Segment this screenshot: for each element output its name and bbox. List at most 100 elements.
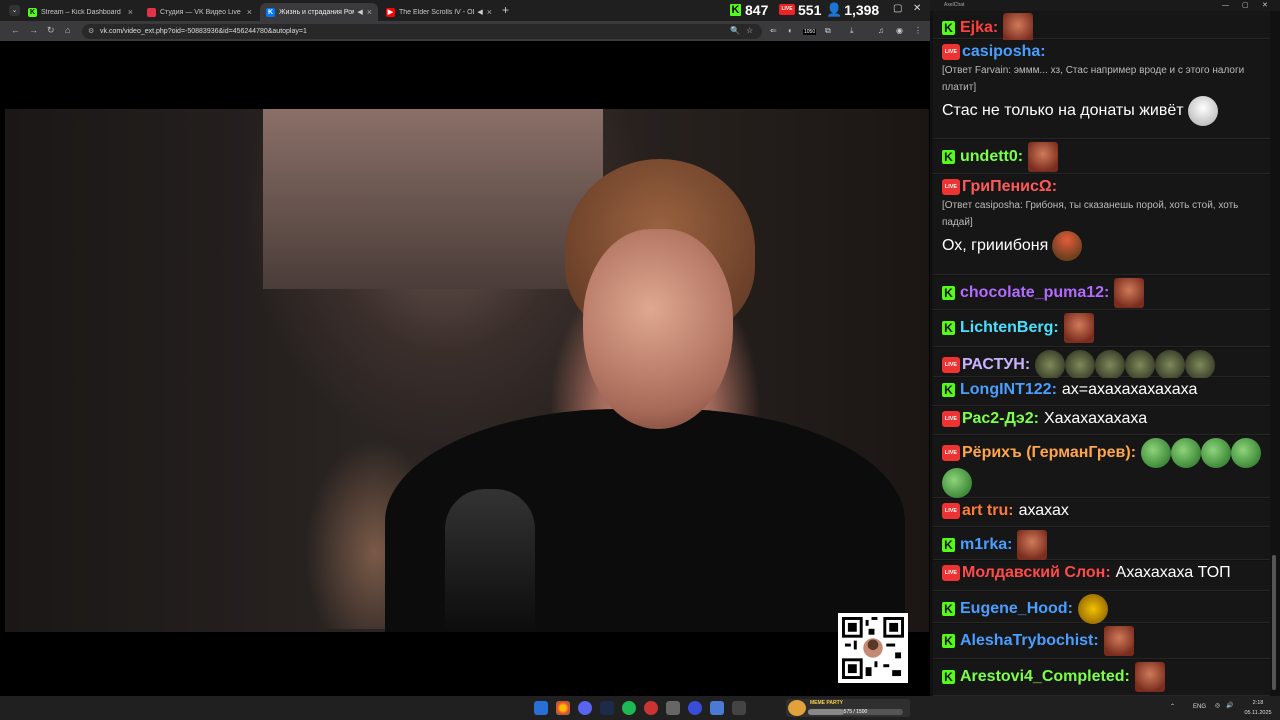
chrome-icon[interactable] [556, 701, 570, 715]
profile-icon[interactable]: ◉ [896, 26, 903, 35]
chat-username[interactable]: РАСТУН: [962, 355, 1030, 375]
chat-username[interactable]: casiposha: [962, 42, 1046, 62]
chat-reply-quote: [Ответ casiposha: Грибоня, ты сказанешь … [942, 200, 1239, 228]
kick-icon: K [28, 7, 37, 17]
language-indicator[interactable]: ENG [1193, 704, 1206, 710]
chat-username[interactable]: LongINT122: [960, 380, 1057, 400]
chat-message-list[interactable]: K Ejka: LIVE casiposha: [Ответ Farvain: эммм… [933, 11, 1270, 696]
total-viewer-counter: 👤 1,398 [826, 0, 879, 19]
meme-party-widget[interactable]: MEME PARTY 575 / 1500 [786, 699, 910, 717]
pepe-small-emote-icon [1155, 350, 1186, 380]
tab-vk-studio[interactable]: Студия — VK Видео Live × [141, 3, 258, 21]
maximize-icon[interactable]: ▢ [1242, 0, 1249, 11]
clock[interactable]: 2:18 05.11.2025 [1240, 698, 1276, 718]
download-icon[interactable]: ⤓ [850, 26, 854, 36]
discord-icon[interactable] [578, 701, 592, 715]
chat-message-header: LIVE art tru: ахахах [942, 501, 1264, 521]
chat-username[interactable]: Рас2-Дэ2: [962, 409, 1039, 429]
chat-window: AxelChat — ▢ ✕ K Ejka: LIVE casiposha: [Отве… [930, 0, 1280, 696]
volume-icon[interactable]: 🔊 [1226, 702, 1233, 709]
reload-icon[interactable]: ↻ [47, 25, 55, 36]
spotify-icon[interactable] [622, 701, 636, 715]
chat-window-title: AxelChat [944, 2, 965, 8]
close-tab-icon[interactable]: × [128, 7, 133, 17]
zoom-icon[interactable]: 🔍 [730, 26, 740, 35]
chat-username[interactable]: Arestovi4_Completed: [960, 667, 1130, 687]
speaker-icon[interactable]: ◀ [477, 8, 482, 16]
tab-youtube-oblivion[interactable]: ▶ The Elder Scrolls IV - Oblivi ◀ × [380, 3, 498, 21]
mushroom-emote-icon [1052, 231, 1083, 261]
vk-live-icon [147, 7, 156, 17]
site-info-icon[interactable]: ⚙ [88, 24, 94, 39]
chat-scrollbar[interactable] [1272, 555, 1276, 690]
app-icon[interactable] [666, 701, 680, 715]
speaker-icon[interactable]: ◀ [357, 8, 362, 16]
close-window-icon[interactable]: ✕ [913, 3, 921, 14]
chat-message: K AleshaTrybochist: [933, 624, 1270, 659]
extensions-icon[interactable]: ⇐ [770, 26, 777, 35]
chat-username[interactable]: ГриПенисΩ: [962, 177, 1057, 197]
tab-search-button[interactable]: ⌄ [9, 5, 20, 16]
chat-text: Стас не только на донаты живёт [942, 102, 1184, 119]
frog-emote-icon [1201, 438, 1232, 468]
tab-title: Жизнь и страдания Романа [279, 8, 354, 16]
puzzle-icon[interactable]: ⧉ [825, 26, 831, 36]
face-emote-icon [1017, 530, 1048, 560]
extension-icon[interactable]: ◐ [788, 26, 793, 35]
chat-message: LIVE ГриПенисΩ: [Ответ casiposha: Грибоня,… [933, 175, 1270, 275]
address-bar[interactable]: ⚙ vk.com/video_ext.php?oid=-50883936&id=… [82, 24, 762, 39]
chat-message-body: Ох, грииибоня [942, 231, 1264, 261]
back-icon[interactable]: ← [11, 25, 20, 35]
obs-icon[interactable] [644, 701, 658, 715]
pepe-small-emote-icon [1185, 350, 1216, 380]
pepe-small-emote-icon [1095, 350, 1126, 380]
close-window-icon[interactable]: ✕ [1262, 0, 1268, 11]
minimize-icon[interactable]: — [1222, 0, 1229, 11]
microphone [445, 489, 535, 632]
kick-viewer-count: 847 [745, 1, 769, 18]
vk-live-icon: LIVE [942, 44, 960, 60]
face-emote-icon [1114, 278, 1145, 308]
media-icon[interactable]: ♫ [878, 26, 884, 35]
close-tab-icon[interactable]: × [367, 7, 372, 17]
face-emote-icon [1134, 662, 1165, 692]
chat-username[interactable]: AleshaTrybochist: [960, 631, 1099, 651]
tab-vk-video[interactable]: K Жизнь и страдания Романа ◀ × [260, 3, 378, 21]
new-tab-button[interactable]: + [502, 3, 509, 17]
steam-icon[interactable] [600, 701, 614, 715]
chat-username[interactable]: Ejka: [960, 18, 998, 38]
start-icon[interactable] [534, 701, 548, 715]
video-player[interactable] [5, 109, 929, 632]
close-tab-icon[interactable]: × [487, 7, 492, 17]
menu-icon[interactable]: ⋮ [914, 26, 922, 35]
chat-titlebar: AxelChat — ▢ ✕ [930, 0, 1280, 11]
axelchat-icon[interactable] [710, 701, 724, 715]
chat-username[interactable]: Молдавский Слон: [962, 563, 1111, 583]
bookmark-star-icon[interactable]: ☆ [746, 26, 753, 35]
chat-username[interactable]: Eugene_Hood: [960, 599, 1073, 619]
home-icon[interactable]: ⌂ [65, 25, 70, 35]
chat-username[interactable]: m1rka: [960, 535, 1012, 555]
chat-message-header: K Eugene_Hood: [942, 594, 1264, 624]
tab-kick-dashboard[interactable]: K Stream – Kick Dashboard × [22, 3, 139, 21]
chat-message-header: LIVE Рёрихъ (ГерманГрев): [942, 438, 1264, 498]
widget-progress-bar: 575 / 1500 [808, 709, 903, 715]
maximize-icon[interactable]: ▢ [893, 3, 902, 14]
live-icon: LIVE [779, 4, 795, 15]
vk-live-icon: LIVE [942, 357, 960, 373]
url-text: vk.com/video_ext.php?oid=-50883936&id=45… [100, 28, 307, 35]
media-player-icon[interactable] [688, 701, 702, 715]
network-icon[interactable]: ◎ [1215, 702, 1220, 709]
forward-icon[interactable]: → [29, 25, 38, 35]
chat-username[interactable]: chocolate_puma12: [960, 283, 1109, 303]
chat-username[interactable]: undett0: [960, 147, 1023, 167]
tray-chevron-icon[interactable]: ⌃ [1170, 703, 1175, 710]
chat-message: LIVE РАСТУН: [933, 348, 1270, 380]
vk-live-icon: LIVE [942, 503, 960, 519]
chat-username[interactable]: Рёрихъ (ГерманГрев): [962, 443, 1136, 463]
close-tab-icon[interactable]: × [247, 7, 252, 17]
extension-badge: 1050 [803, 29, 817, 35]
chat-username[interactable]: LichtenBerg: [960, 318, 1059, 338]
taskview-icon[interactable] [732, 701, 746, 715]
chat-username[interactable]: art tru: [962, 501, 1014, 521]
